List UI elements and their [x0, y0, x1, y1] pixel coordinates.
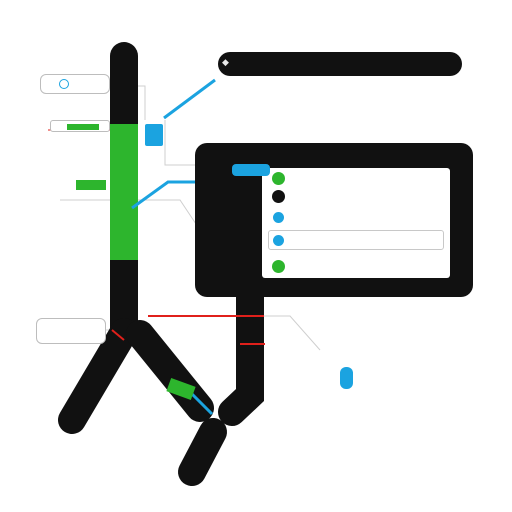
green-bar-small	[76, 180, 106, 190]
track-bottom-diagonal	[178, 418, 227, 486]
dot-icon[interactable]: ◆	[222, 58, 229, 67]
panel-blue-tab	[232, 164, 270, 176]
pin-icon[interactable]	[340, 367, 353, 389]
green-bar	[67, 124, 99, 130]
track-left-diagonal	[58, 318, 138, 434]
panel-content-bg	[262, 168, 450, 278]
info-icon	[59, 79, 69, 89]
status-dot-icon[interactable]	[272, 172, 285, 185]
callout-green-tab[interactable]	[50, 120, 110, 132]
blue-node	[145, 124, 163, 146]
callout-top-left[interactable]	[40, 74, 110, 94]
blue-line-upper	[163, 78, 216, 120]
status-dot-icon[interactable]	[272, 190, 285, 203]
track-green-segment	[110, 124, 138, 260]
connector-line-panel	[164, 120, 200, 166]
status-dot-icon	[273, 235, 284, 246]
connector-line-upper-right	[138, 85, 146, 120]
status-dot-icon[interactable]	[273, 212, 284, 223]
callout-lower-left[interactable]	[36, 318, 106, 344]
panel-row-field[interactable]	[268, 230, 444, 250]
status-dot-icon[interactable]	[272, 260, 285, 273]
